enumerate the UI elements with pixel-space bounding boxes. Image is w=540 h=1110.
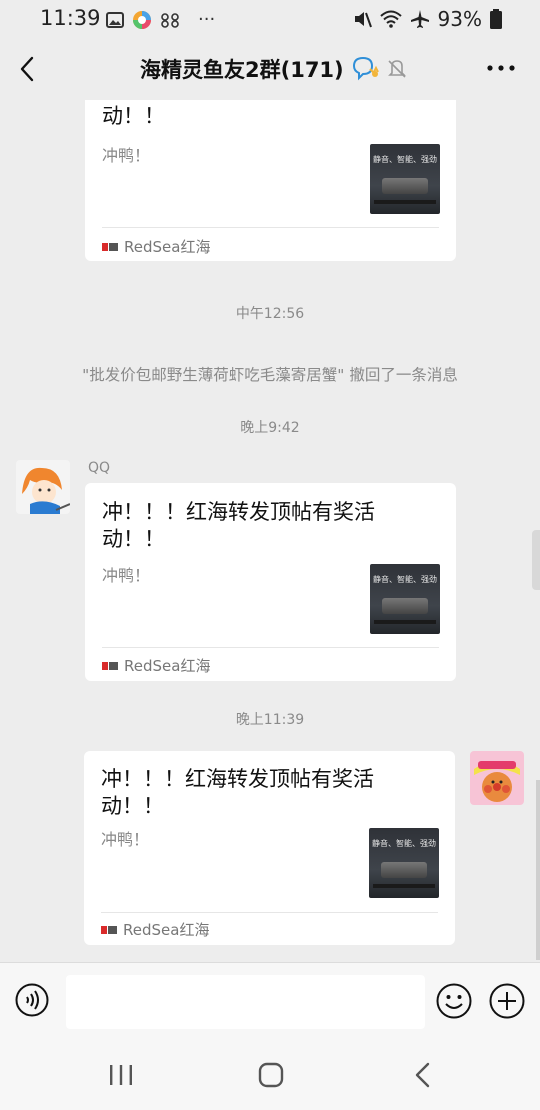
gallery-icon [106,11,124,28]
battery-percent: 93% [437,7,482,31]
thumbnail-caption: 静音、智能、强劲 [373,575,437,584]
mute-icon [354,12,372,28]
home-icon[interactable] [258,1062,284,1088]
airplane-mode-icon [410,10,429,28]
card-title: 冲！！！红海转发顶帖有奖活动！！ [102,100,375,128]
system-nav-bar [0,1036,540,1110]
scrollbar-track[interactable] [536,780,540,960]
thumbnail-device-image [382,178,428,194]
plus-icon[interactable] [489,983,525,1019]
thumbnail-caption: 静音、智能、强劲 [372,839,436,848]
thumbnail-base [374,200,436,204]
status-system-icons: 93% [352,7,502,31]
chat-header: 海精灵鱼友2群(171) [0,38,540,100]
more-notifications-icon: ··· [198,9,216,30]
card-divider [102,647,439,648]
card-source: RedSea红海 [102,655,210,676]
card-divider [102,227,439,228]
input-bar [0,962,540,1037]
card-description: 冲鸭！ [102,566,151,585]
sender-name: QQ [88,460,111,476]
status-time: 11:39 [40,6,101,30]
back-arrow-icon[interactable] [14,52,44,86]
chat-title-group[interactable]: 海精灵鱼友2群(171) [140,54,408,84]
thumbnail-caption: 静音、智能、强劲 [373,155,437,164]
redsea-logo-icon [102,242,118,251]
cartoon-avatar-icon [16,460,70,514]
scrollbar-handle[interactable] [532,530,540,590]
app-colorful-icon [133,10,151,29]
thumbnail-base [374,620,436,624]
thumbnail-device-image [381,862,427,878]
group-chat-icon [352,56,379,81]
card-source-name: RedSea红海 [124,238,211,256]
card-title: 冲！！！红海转发顶帖有奖活动！！ [102,500,375,551]
nav-back-icon[interactable] [412,1062,434,1088]
sender-avatar[interactable] [16,460,70,514]
message-input[interactable] [66,975,425,1029]
anpanman-avatar-icon [470,751,524,805]
timestamp: 中午12:56 [235,306,305,322]
shared-link-card[interactable]: 冲！！！红海转发顶帖有奖活动！！ 冲鸭！ 静音、智能、强劲 RedSea红海 [85,100,456,261]
timestamp: 晚上11:39 [235,712,305,728]
card-thumbnail: 静音、智能、强劲 [370,144,440,214]
mute-bell-icon [387,60,406,78]
status-notification-icons: ··· [106,9,215,30]
wifi-icon [379,10,402,28]
card-source-name: RedSea红海 [123,921,210,939]
card-thumbnail: 静音、智能、强劲 [369,828,439,898]
card-source-name: RedSea红海 [124,657,211,675]
recent-apps-icon[interactable] [108,1063,134,1087]
more-dots-icon[interactable] [486,58,516,78]
card-source: RedSea红海 [102,236,210,257]
shared-link-card[interactable]: 冲！！！红海转发顶帖有奖活动！！ 冲鸭！ 静音、智能、强劲 RedSea红海 [84,751,455,945]
redsea-logo-icon [102,661,118,670]
my-avatar[interactable] [470,751,524,805]
redsea-logo-icon [101,925,117,934]
recall-notice: "批发价包邮野生薄荷虾吃毛藻寄居蟹" 撤回了一条消息 [82,366,458,384]
thumbnail-device-image [382,598,428,614]
chat-title: 海精灵鱼友2群(171) [140,58,344,82]
shared-link-card[interactable]: 冲！！！红海转发顶帖有奖活动！！ 冲鸭！ 静音、智能、强劲 RedSea红海 [85,483,456,681]
game-controller-icon [161,12,179,28]
emoji-icon[interactable] [436,983,472,1019]
thumbnail-base [373,884,435,888]
voice-icon[interactable] [15,983,49,1017]
timestamp: 晚上9:42 [240,420,300,436]
card-description: 冲鸭！ [101,830,150,849]
battery-icon [490,9,502,29]
card-divider [101,912,438,913]
card-title: 冲！！！红海转发顶帖有奖活动！！ [101,767,374,818]
card-description: 冲鸭！ [102,146,151,165]
status-bar: 11:39 ··· 93% [0,0,540,38]
message-list[interactable]: 冲！！！红海转发顶帖有奖活动！！ 冲鸭！ 静音、智能、强劲 RedSea红海 中… [0,100,540,962]
card-source: RedSea红海 [101,919,209,940]
card-thumbnail: 静音、智能、强劲 [370,564,440,634]
